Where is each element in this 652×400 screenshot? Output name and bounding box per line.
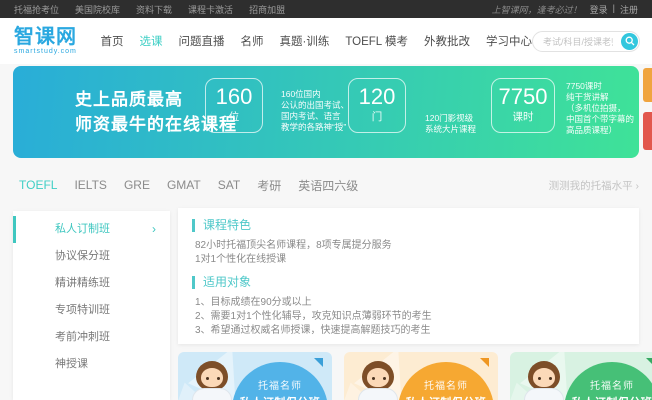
topbar-link-toefl-seat[interactable]: 托福抢考位 [14, 3, 59, 16]
stat-box-courses: 120 门 [348, 78, 406, 133]
nav-item-live-qa[interactable]: 问题直播 [178, 33, 224, 49]
topbar-link-downloads[interactable]: 资料下载 [136, 3, 172, 16]
sidebar-item-master-class[interactable]: 神授课 [13, 351, 170, 378]
teacher-avatar-icon [191, 361, 233, 400]
stat-unit-teachers: 位 [228, 111, 240, 123]
badge-subtitle: 托福名师 [424, 381, 468, 392]
sidebar-item-score-guarantee[interactable]: 协议保分班 [13, 243, 170, 270]
nav-item-courses[interactable]: 选课 [139, 33, 162, 49]
sidebar-item-label: 神授课 [55, 358, 88, 370]
stat-desc-courses: 120门影视级 系统大片课程 [425, 113, 477, 134]
teacher-avatar-icon [523, 361, 565, 400]
site-slogan: 上智课网，逢考必过！ [491, 4, 582, 15]
main-header: 智课网 smartstudy.com 首页 选课 问题直播 名师 真题·训练 T… [0, 18, 652, 64]
corner-accent-icon [646, 358, 652, 367]
sidebar-item-label: 私人订制班 [55, 223, 110, 235]
tab-kaoyan[interactable]: 考研 [257, 177, 281, 194]
nav-item-toefl-mock[interactable]: TOEFL 模考 [345, 33, 408, 49]
site-logo[interactable]: 智课网 smartstudy.com [14, 27, 90, 55]
section-course-features: 课程特色 82小时托福顶尖名师课程，8项专属提分服务 1对1个性化在线授课 [192, 219, 625, 267]
auth-divider: | [612, 2, 615, 13]
stat-value-courses: 120 [358, 84, 396, 109]
tab-gre[interactable]: GRE [124, 178, 150, 192]
floating-tab-red[interactable] [643, 112, 652, 150]
register-link[interactable]: 注册 [620, 3, 638, 16]
feature-line: 1对1个性化在线授课 [195, 254, 287, 265]
search-button[interactable] [621, 32, 638, 50]
corner-accent-icon [314, 358, 323, 367]
topbar-link-card-activate[interactable]: 课程卡激活 [188, 3, 233, 16]
section-title: 适用对象 [192, 276, 625, 289]
level-test-link[interactable]: 测测我的托福水平 › [549, 178, 639, 193]
course-cards-row: 托福名师 私人订制保分班 托福名师 私人订制保分班 [178, 352, 652, 400]
floating-tab-orange[interactable] [643, 68, 652, 102]
primary-nav: 首页 选课 问题直播 名师 真题·训练 TOEFL 模考 外教批改 学习中心 [100, 33, 531, 49]
top-utility-bar: 托福抢考位 美国院校库 资料下载 课程卡激活 招商加盟 上智课网，逢考必过！ 登… [0, 0, 652, 18]
stat-box-teachers: 160 位 [205, 78, 263, 133]
logo-title: 智课网 [14, 26, 77, 48]
sidebar-item-special-training[interactable]: 专项特训班 [13, 297, 170, 324]
sidebar-item-label: 考前冲刺班 [55, 331, 110, 343]
stat-unit-courses: 门 [371, 111, 383, 123]
login-link[interactable]: 登录 [590, 3, 608, 16]
tab-sat[interactable]: SAT [218, 178, 240, 192]
teacher-avatar-icon [357, 361, 399, 400]
sidebar-item-label: 精讲精练班 [55, 277, 110, 289]
hero-banner: 史上品质最高 师资最牛的在线课程 160 位 160位国内 公认的出国考试、 国… [13, 66, 639, 158]
badge-subtitle: 托福名师 [258, 381, 302, 392]
nav-item-home[interactable]: 首页 [100, 33, 123, 49]
course-detail-panel: 课程特色 82小时托福顶尖名师课程，8项专属提分服务 1对1个性化在线授课 适用… [178, 208, 639, 344]
nav-item-foreign-review[interactable]: 外教批改 [424, 33, 470, 49]
smartstudy-course-page: 托福抢考位 美国院校库 资料下载 课程卡激活 招商加盟 上智课网，逢考必过！ 登… [0, 0, 652, 400]
badge-title: 私人订制保分班 [232, 394, 328, 400]
sidebar-item-intensive[interactable]: 精讲精练班 [13, 270, 170, 297]
audience-line: 2、需要1对1个性化辅导，攻克知识点薄弱环节的考生 [195, 311, 432, 322]
stat-unit-hours: 课时 [512, 111, 534, 123]
search-box [531, 30, 640, 52]
search-icon [625, 36, 634, 46]
tab-gmat[interactable]: GMAT [167, 178, 201, 192]
stat-value-hours: 7750 [498, 84, 548, 109]
stat-desc-hours: 7750课时 纯干货讲解 （多机位拍摄， 中国首个带字幕的 高品质课程） [566, 81, 635, 135]
logo-subtitle: smartstudy.com [14, 48, 77, 55]
course-card-green[interactable]: 托福名师 私人订制保分班 [510, 352, 652, 400]
audience-line: 3、希望通过权威名师授课，快速提高解题技巧的考生 [195, 325, 431, 336]
section-title: 课程特色 [192, 219, 625, 232]
nav-item-real-tests[interactable]: 真题·训练 [279, 33, 329, 49]
course-card-blue[interactable]: 托福名师 私人订制保分班 [178, 352, 332, 400]
corner-accent-icon [480, 358, 489, 367]
sidebar-item-final-sprint[interactable]: 考前冲刺班 [13, 324, 170, 351]
stat-box-hours: 7750 课时 [491, 78, 555, 133]
badge-subtitle: 托福名师 [590, 381, 634, 392]
class-type-sidebar: 私人订制班 › 协议保分班 精讲精练班 专项特训班 考前冲刺班 神授课 [13, 211, 170, 400]
topbar-link-join-us[interactable]: 招商加盟 [249, 3, 285, 16]
topbar-link-us-schools[interactable]: 美国院校库 [75, 3, 120, 16]
tab-cet[interactable]: 英语四六级 [298, 177, 358, 194]
badge-title: 私人订制保分班 [564, 394, 652, 400]
topbar-links: 托福抢考位 美国院校库 资料下载 课程卡激活 招商加盟 [14, 3, 285, 16]
sidebar-item-private-custom[interactable]: 私人订制班 › [13, 216, 170, 243]
sidebar-item-label: 专项特训班 [55, 304, 110, 316]
sidebar-item-label: 协议保分班 [55, 250, 110, 262]
tab-toefl[interactable]: TOEFL [19, 178, 57, 192]
stat-desc-teachers: 160位国内 公认的出国考试、 国内考试、语言 教学的各路神“授” [281, 89, 350, 132]
course-card-orange[interactable]: 托福名师 私人订制保分班 [344, 352, 498, 400]
topbar-right: 上智课网，逢考必过！ 登录 | 注册 [492, 3, 638, 16]
tab-ielts[interactable]: IELTS [74, 178, 106, 192]
feature-line: 82小时托福顶尖名师课程，8项专属提分服务 [195, 240, 392, 251]
badge-title: 私人订制保分班 [398, 394, 494, 400]
course-category-tabs: TOEFL IELTS GRE GMAT SAT 考研 英语四六级 测测我的托福… [13, 173, 639, 197]
nav-item-study-center[interactable]: 学习中心 [486, 33, 532, 49]
stat-value-teachers: 160 [215, 84, 253, 109]
chevron-right-icon: › [152, 222, 156, 236]
audience-line: 1、目标成绩在90分或以上 [195, 297, 312, 308]
nav-item-teachers[interactable]: 名师 [240, 33, 263, 49]
section-target-audience: 适用对象 1、目标成绩在90分或以上 2、需要1对1个性化辅导，攻克知识点薄弱环… [192, 276, 625, 338]
